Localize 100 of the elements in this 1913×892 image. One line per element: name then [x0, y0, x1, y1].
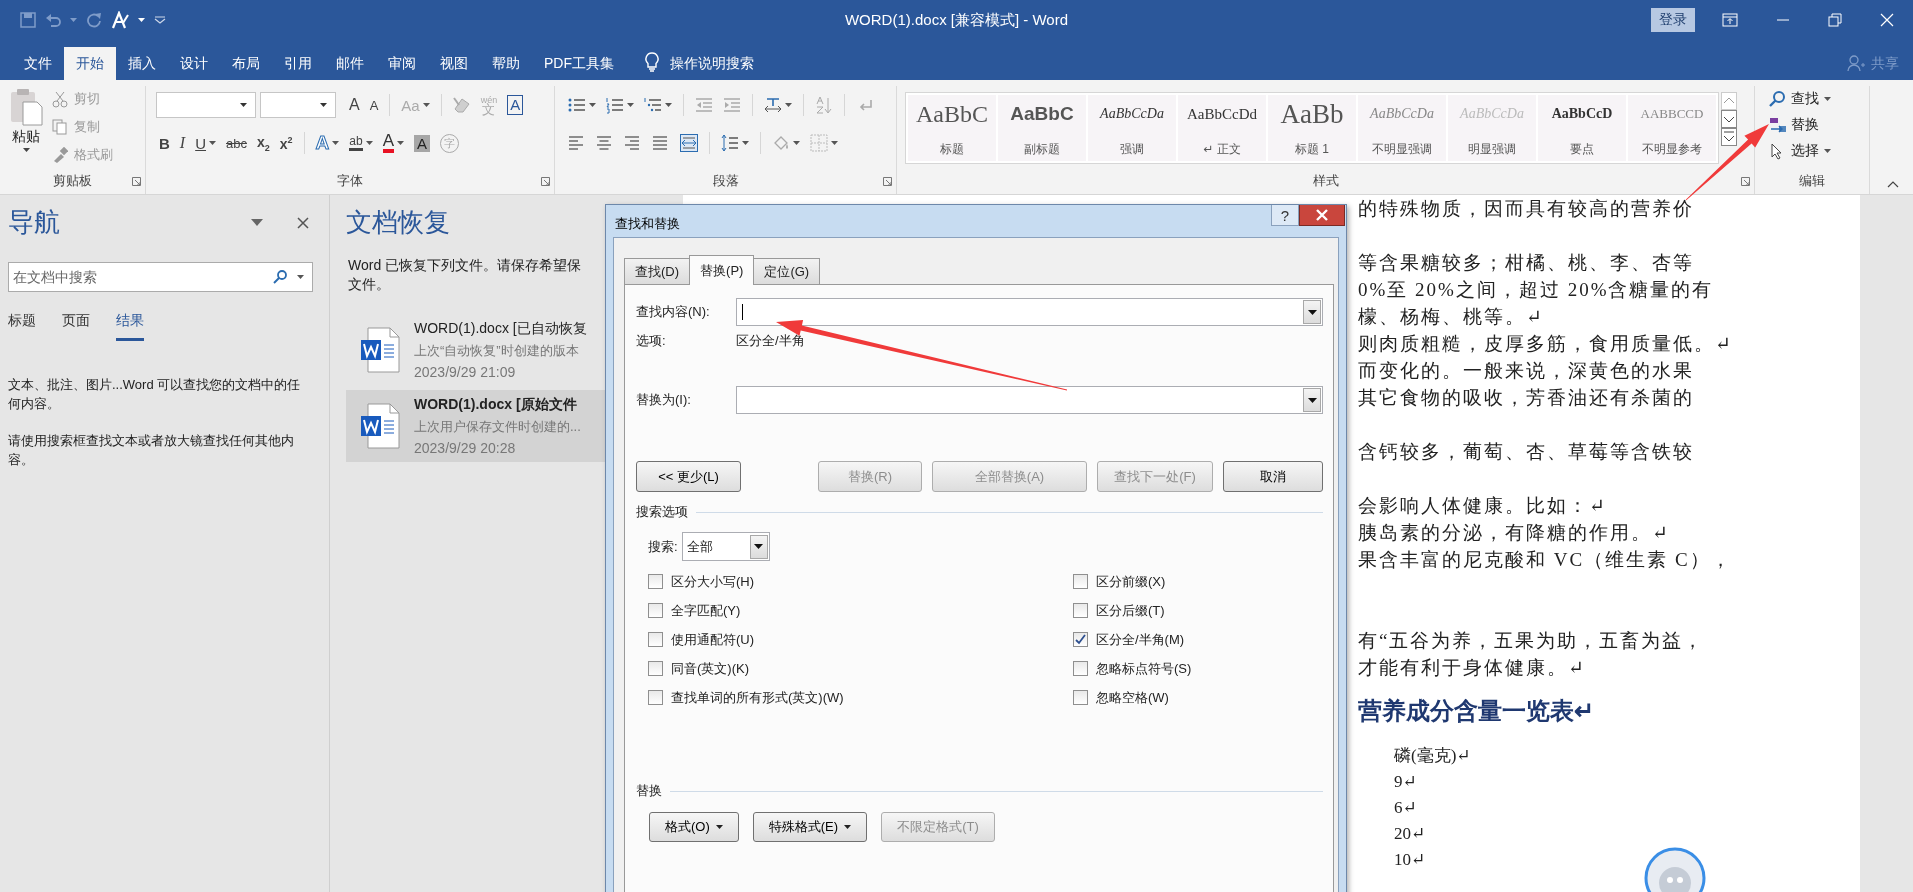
search-input[interactable]: 在文档中搜索	[11, 268, 263, 286]
style-sample[interactable]: AaBbC	[1010, 99, 1074, 129]
assistant-float-icon[interactable]	[1644, 847, 1706, 892]
menu-tab[interactable]: 邮件	[324, 47, 376, 80]
style-name[interactable]: 强调	[1120, 141, 1144, 158]
dropdown-button[interactable]	[1303, 388, 1321, 412]
undo-icon[interactable]	[45, 12, 61, 28]
font-color-button[interactable]: A	[379, 131, 408, 155]
font-name-combo[interactable]	[156, 92, 256, 118]
checkbox-label[interactable]: 忽略空格(W)	[1096, 688, 1169, 707]
style-sample[interactable]: AaBbC	[916, 99, 988, 129]
sign-in-button[interactable]: 登录	[1651, 8, 1695, 32]
style-sample[interactable]: AaBb	[1280, 99, 1344, 129]
checkbox[interactable]	[648, 603, 663, 618]
dropdown-button[interactable]	[1303, 300, 1321, 324]
menu-tab[interactable]: 布局	[220, 47, 272, 80]
dialog-launcher-icon[interactable]	[132, 176, 141, 186]
help-button[interactable]: ?	[1271, 205, 1299, 226]
recovered-file-item[interactable]: WORD(1).docx [原始文件 上次用户保存文件时创建的... 2023/9/29 20:28	[346, 390, 605, 462]
style-sample[interactable]: AaBbCcDd	[1187, 99, 1257, 129]
checkbox[interactable]	[648, 574, 663, 589]
checkbox[interactable]	[648, 632, 663, 647]
ribbon-display-icon[interactable]	[1722, 13, 1738, 27]
lightbulb-icon[interactable]	[644, 52, 660, 72]
checkbox[interactable]	[648, 690, 663, 705]
dialog-button[interactable]: 取消	[1223, 461, 1323, 492]
search-direction-select[interactable]: 全部	[681, 532, 770, 561]
find-what-field[interactable]	[736, 298, 1323, 326]
pane-tab[interactable]: 标题	[8, 308, 36, 341]
style-name[interactable]: ↵ 正文	[1203, 141, 1241, 158]
superscript-button[interactable]: x$^{2}$	[276, 131, 296, 155]
checkbox[interactable]	[1073, 603, 1088, 618]
replace-button[interactable]: 替换	[1769, 114, 1831, 136]
checkbox-label[interactable]: 忽略标点符号(S)	[1096, 659, 1192, 678]
pane-tab[interactable]: 结果	[116, 308, 144, 341]
dialog-launcher-icon[interactable]	[541, 176, 550, 186]
checkbox-label[interactable]: 区分大小写(H)	[671, 572, 755, 591]
menu-tab[interactable]: 视图	[428, 47, 480, 80]
font-size-combo[interactable]	[260, 92, 336, 118]
style-name[interactable]: 副标题	[1024, 141, 1060, 158]
strikethrough-button[interactable]: abc	[223, 131, 250, 155]
menu-tab[interactable]: 设计	[168, 47, 220, 80]
dialog-button[interactable]: << 更少(L)	[636, 461, 741, 492]
checkbox-label[interactable]: 区分后缀(T)	[1096, 601, 1165, 620]
checkbox-label[interactable]: 区分全/半角(M)	[1096, 630, 1185, 649]
underline-button[interactable]: U	[192, 131, 219, 155]
tell-me-search[interactable]: 操作说明搜索	[670, 47, 754, 80]
close-icon[interactable]	[297, 216, 309, 229]
checkbox[interactable]	[648, 661, 663, 676]
dialog-launcher-icon[interactable]	[1741, 176, 1750, 186]
menu-tab[interactable]: PDF工具集	[532, 47, 626, 80]
checkbox[interactable]	[1073, 574, 1088, 589]
dialog-tab[interactable]: 替换(P)	[689, 255, 755, 285]
close-button[interactable]	[1299, 205, 1345, 226]
checkbox[interactable]	[1073, 632, 1088, 647]
style-sample[interactable]: AaBbCcD	[1551, 99, 1613, 129]
checkbox[interactable]	[1073, 661, 1088, 676]
italic-button[interactable]: I	[176, 131, 189, 155]
style-name[interactable]: 标题	[940, 141, 964, 158]
style-name[interactable]: 要点	[1570, 141, 1594, 158]
redo-icon[interactable]	[86, 12, 102, 28]
checkbox-label[interactable]: 使用通配符(U)	[671, 630, 755, 649]
recovered-file-item[interactable]: WORD(1).docx [已自动恢复 上次“自动恢复”时创建的版本 2023/9/29 21:09	[346, 314, 605, 386]
checkbox[interactable]	[1073, 690, 1088, 705]
menu-tab[interactable]: 审阅	[376, 47, 428, 80]
style-name[interactable]: 标题 1	[1295, 141, 1329, 158]
style-name[interactable]: 不明显参考	[1642, 141, 1702, 158]
restore-icon[interactable]	[1828, 13, 1842, 27]
select-button[interactable]: 选择	[1769, 140, 1831, 162]
style-sample[interactable]: AaBbCcDa	[1100, 99, 1164, 129]
dialog-button[interactable]: 特殊格式(E)	[752, 812, 868, 842]
menu-tab[interactable]: 插入	[116, 47, 168, 80]
dialog-tab[interactable]: 定位(G)	[753, 258, 821, 284]
save-icon[interactable]	[20, 12, 36, 28]
dialog-tab[interactable]: 查找(D)	[624, 258, 691, 284]
menu-tab[interactable]: 开始	[64, 47, 116, 80]
checkbox-label[interactable]: 全字匹配(Y)	[671, 601, 741, 620]
more-styles-icon[interactable]	[1721, 128, 1737, 146]
checkbox-label[interactable]: 查找单词的所有形式(英文)(W)	[671, 688, 844, 707]
customize-icon[interactable]	[154, 16, 166, 24]
menu-tab[interactable]: 引用	[272, 47, 324, 80]
find-button[interactable]: 查找	[1769, 88, 1831, 110]
brush-icon[interactable]	[111, 11, 129, 29]
style-name[interactable]: 不明显强调	[1372, 141, 1432, 158]
scroll-down-icon[interactable]	[1721, 110, 1737, 128]
dropdown-icon[interactable]	[251, 219, 263, 226]
person-icon[interactable]	[1847, 55, 1865, 71]
dialog-button[interactable]: 格式(O)	[649, 812, 739, 842]
replace-with-field[interactable]	[736, 386, 1323, 414]
dialog-launcher-icon[interactable]	[883, 176, 892, 186]
grow-font-button[interactable]: A	[346, 93, 363, 117]
shrink-font-button[interactable]: A	[366, 93, 382, 117]
dropdown-button[interactable]	[749, 534, 768, 559]
subscript-button[interactable]: x$_{2}$	[254, 131, 273, 155]
search-field[interactable]: 在文档中搜索	[8, 262, 313, 292]
menu-tab[interactable]: 文件	[12, 47, 64, 80]
checkbox-label[interactable]: 同音(英文)(K)	[671, 659, 749, 678]
highlight-button[interactable]: ab	[346, 131, 376, 155]
distributed-button[interactable]	[677, 131, 701, 155]
search-icon[interactable]	[273, 270, 287, 284]
